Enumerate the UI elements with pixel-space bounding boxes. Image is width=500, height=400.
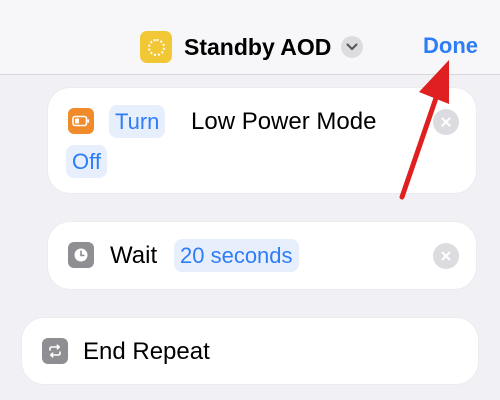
remove-action-button[interactable]	[433, 243, 459, 269]
shortcut-app-icon	[140, 31, 172, 63]
close-icon	[441, 251, 451, 261]
done-button[interactable]: Done	[423, 33, 478, 59]
navigation-bar: Standby AOD Done	[0, 0, 500, 75]
duration-token[interactable]: 20 seconds	[174, 239, 299, 272]
close-icon	[441, 117, 451, 127]
action-card-low-power-mode[interactable]: Turn Low Power Mode Off	[48, 88, 476, 193]
end-repeat-label: End Repeat	[83, 338, 210, 365]
battery-icon	[68, 108, 94, 134]
low-power-mode-label: Low Power Mode	[191, 108, 377, 135]
shortcut-title-group[interactable]: Standby AOD	[140, 31, 364, 63]
chevron-down-icon[interactable]	[341, 36, 364, 58]
action-card-wait[interactable]: Wait 20 seconds	[48, 222, 476, 289]
clock-icon	[68, 242, 94, 268]
off-state-token[interactable]: Off	[66, 145, 107, 178]
repeat-icon	[42, 338, 68, 364]
remove-action-button[interactable]	[433, 109, 459, 135]
wait-label: Wait	[110, 242, 158, 269]
standby-circle-icon	[147, 38, 165, 56]
shortcut-title[interactable]: Standby AOD	[184, 34, 331, 61]
turn-toggle-token[interactable]: Turn	[109, 105, 166, 138]
action-card-end-repeat[interactable]: End Repeat	[22, 318, 478, 384]
